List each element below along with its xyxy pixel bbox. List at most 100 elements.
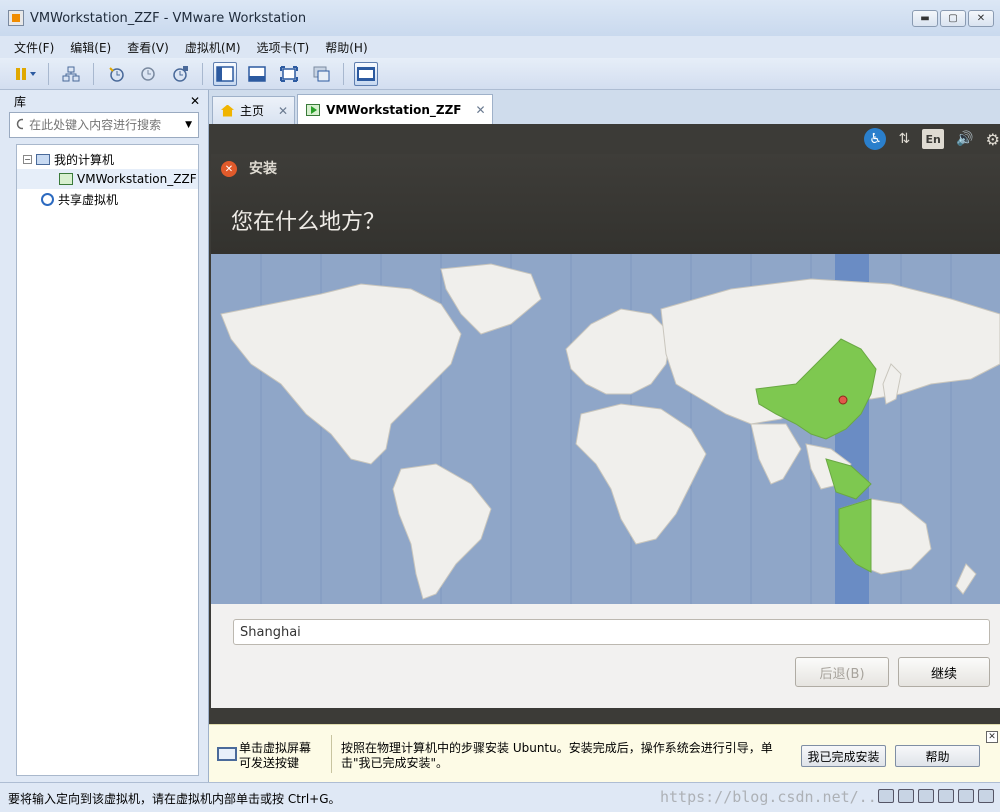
window-controls: ▬ ▢ ✕ bbox=[912, 10, 994, 27]
unity-icon bbox=[313, 66, 330, 81]
hint-line-1: 单击虚拟屏幕 bbox=[239, 741, 312, 755]
tree-item-label: 共享虚拟机 bbox=[58, 192, 119, 207]
network-icon bbox=[62, 66, 80, 81]
menu-help[interactable]: 帮助(H) bbox=[325, 39, 367, 56]
continent-north-america bbox=[220, 283, 462, 465]
close-button[interactable]: ✕ bbox=[968, 10, 994, 27]
power-button[interactable] bbox=[14, 62, 38, 86]
vm-running-icon bbox=[306, 103, 321, 116]
search-icon bbox=[16, 118, 24, 130]
maximize-button[interactable]: ▢ bbox=[940, 10, 966, 27]
accessibility-icon[interactable]: ♿ bbox=[864, 128, 887, 150]
menu-file[interactable]: 文件(F) bbox=[14, 39, 54, 56]
chevron-down-icon[interactable]: ▼ bbox=[185, 120, 192, 130]
watermark-text: https://blog.csdn.net/... bbox=[660, 788, 886, 806]
revert-icon bbox=[141, 66, 155, 81]
tree-item-shared-vms[interactable]: 共享虚拟机 bbox=[17, 189, 198, 209]
sound-icon[interactable]: 🔊 bbox=[956, 131, 973, 147]
timezone-map[interactable] bbox=[211, 254, 1000, 604]
vm-screen[interactable]: ♿ ⇅ En 🔊 ⚙ ✕ 安装 您在什么地方？ Shanghai 后退(B) 继… bbox=[209, 124, 1000, 724]
tab-bar: 主页 ✕ VMWorkstation_ZZF ✕ bbox=[209, 90, 1000, 124]
world-map bbox=[220, 254, 1000, 604]
toolbar bbox=[0, 58, 1000, 90]
title-bar: VMWorkstation_ZZF - VMware Workstation ▬… bbox=[0, 0, 1000, 36]
tree-item-vm[interactable]: VMWorkstation_ZZF bbox=[17, 169, 198, 189]
back-button[interactable]: 后退(B) bbox=[795, 657, 889, 687]
hard-disk-icon[interactable] bbox=[878, 789, 894, 803]
library-close-icon[interactable]: ✕ bbox=[190, 94, 200, 108]
tab-home[interactable]: 主页 ✕ bbox=[212, 96, 296, 124]
region-india bbox=[750, 423, 802, 485]
menu-bar: 文件(F) 编辑(E) 查看(V) 虚拟机(M) 选项卡(T) 帮助(H) bbox=[0, 36, 1000, 58]
status-text: 要将输入定向到该虚拟机，请在虚拟机内部单击或按 Ctrl+G。 bbox=[8, 792, 341, 806]
tree-item-label: VMWorkstation_ZZF bbox=[77, 172, 197, 186]
network-arrows-icon[interactable]: ⇅ bbox=[898, 131, 910, 147]
continent-europe bbox=[565, 308, 672, 395]
snapshot-button[interactable] bbox=[104, 62, 128, 86]
continent-greenland bbox=[440, 263, 542, 335]
console-view-icon bbox=[357, 66, 375, 81]
ubuntu-bottom-strip bbox=[209, 708, 1000, 724]
continue-button[interactable]: 继续 bbox=[898, 657, 990, 687]
network-adapter-icon[interactable] bbox=[918, 789, 934, 803]
minimize-button[interactable]: ▬ bbox=[912, 10, 938, 27]
settings-gear-icon[interactable]: ⚙ bbox=[986, 130, 1000, 149]
ubuntu-top-panel: ♿ ⇅ En 🔊 ⚙ bbox=[209, 124, 1000, 154]
tree-item-my-computer[interactable]: − 我的计算机 bbox=[17, 149, 198, 169]
show-library-button[interactable] bbox=[213, 61, 237, 86]
home-icon bbox=[221, 104, 234, 117]
toolbar-separator bbox=[93, 62, 94, 85]
printer-icon[interactable] bbox=[938, 789, 954, 803]
collapse-icon[interactable]: − bbox=[23, 154, 32, 164]
window-title: VMWorkstation_ZZF - VMware Workstation bbox=[30, 10, 307, 26]
tab-close-icon[interactable]: ✕ bbox=[278, 104, 288, 118]
help-button[interactable]: 帮助 bbox=[895, 745, 980, 767]
location-question: 您在什么地方？ bbox=[231, 210, 386, 235]
search-input[interactable] bbox=[29, 118, 180, 132]
network-button[interactable] bbox=[59, 62, 83, 86]
library-panel: 库 ✕ ▼ − 我的计算机 VMWorkstation_ZZF 共享虚拟机 bbox=[0, 90, 209, 782]
hint-divider bbox=[331, 735, 332, 773]
vmware-app-icon bbox=[8, 10, 24, 26]
toolbar-separator bbox=[343, 62, 344, 85]
snapshot-manager-button[interactable] bbox=[168, 62, 192, 86]
install-done-button[interactable]: 我已完成安装 bbox=[801, 745, 886, 767]
hint-close-icon[interactable]: ✕ bbox=[986, 731, 998, 743]
tree-item-label: 我的计算机 bbox=[54, 152, 115, 167]
keyboard-layout-indicator[interactable]: En bbox=[922, 129, 945, 149]
tab-close-icon[interactable]: ✕ bbox=[475, 103, 485, 117]
fullscreen-icon bbox=[280, 65, 298, 82]
hint-click-info: 单击虚拟屏幕 可发送按键 bbox=[239, 741, 329, 771]
device-icons bbox=[878, 789, 994, 803]
thumbnail-icon bbox=[248, 65, 266, 82]
continent-south-america bbox=[392, 463, 492, 600]
display-icon[interactable] bbox=[978, 789, 994, 803]
dialog-title: 安装 bbox=[249, 161, 277, 177]
virtual-screen-icon bbox=[217, 747, 237, 761]
library-search: ▼ bbox=[9, 112, 199, 138]
location-marker-icon bbox=[838, 395, 848, 405]
unity-button[interactable] bbox=[309, 62, 333, 86]
toolbar-separator bbox=[202, 62, 203, 85]
console-view-button[interactable] bbox=[354, 61, 378, 86]
install-dialog-header: ✕ 安装 您在什么地方？ bbox=[211, 154, 1000, 254]
continent-africa bbox=[575, 403, 707, 545]
vm-tree: − 我的计算机 VMWorkstation_ZZF 共享虚拟机 bbox=[16, 144, 199, 776]
menu-edit[interactable]: 编辑(E) bbox=[70, 39, 111, 56]
dialog-close-icon[interactable]: ✕ bbox=[221, 161, 237, 177]
snapshot-manager-icon bbox=[173, 65, 188, 82]
thumbnail-bar-button[interactable] bbox=[245, 62, 269, 86]
shared-vm-icon bbox=[41, 192, 54, 206]
snapshot-icon bbox=[109, 66, 124, 82]
menu-tabs[interactable]: 选项卡(T) bbox=[257, 39, 310, 56]
tab-label: 主页 bbox=[240, 104, 265, 118]
menu-vm[interactable]: 虚拟机(M) bbox=[185, 39, 241, 56]
revert-snapshot-button[interactable] bbox=[136, 62, 160, 86]
fullscreen-button[interactable] bbox=[277, 62, 301, 86]
location-input[interactable] bbox=[233, 619, 990, 645]
menu-view[interactable]: 查看(V) bbox=[127, 39, 169, 56]
tab-vm[interactable]: VMWorkstation_ZZF ✕ bbox=[297, 94, 493, 124]
cd-drive-icon[interactable] bbox=[898, 789, 914, 803]
hint-message: 按照在物理计算机中的步骤安装 Ubuntu。安装完成后，操作系统会进行引导，单击… bbox=[341, 741, 773, 770]
sound-card-icon[interactable] bbox=[958, 789, 974, 803]
